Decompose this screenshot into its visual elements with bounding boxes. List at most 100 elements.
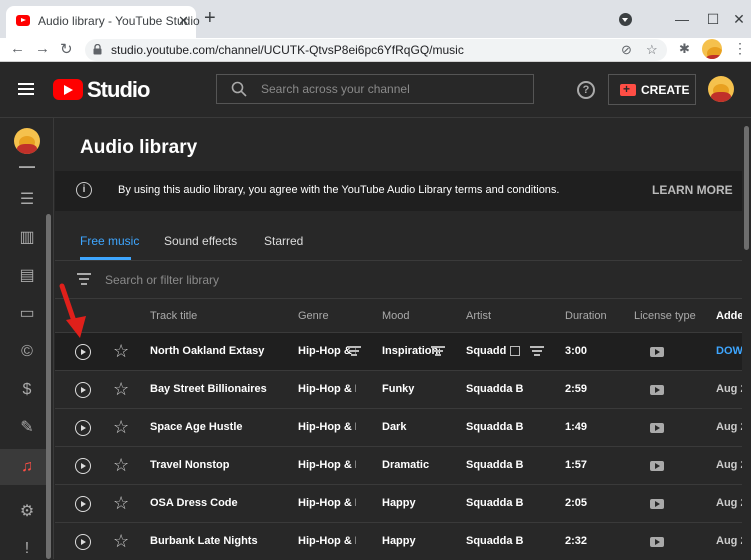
- header-duration[interactable]: Duration: [565, 310, 607, 322]
- youtube-license-icon: [650, 537, 664, 547]
- left-sidebar: ▬ ☰ ▥ ▤ ▭ © $ ✎ ♫ ⚙ !: [0, 118, 54, 559]
- table-row[interactable]: ☆ Travel Nonstop Hip-Hop & Rap Dramatic …: [55, 446, 751, 484]
- main-content: Audio library i By using this audio libr…: [55, 118, 751, 559]
- track-artist: Squadda B: [466, 497, 524, 509]
- lock-icon: [93, 44, 102, 55]
- play-icon[interactable]: [75, 534, 91, 550]
- play-icon[interactable]: [75, 496, 91, 512]
- sidebar-scrollbar[interactable]: [46, 214, 51, 559]
- studio-header: Studio ? CREATE: [0, 63, 751, 118]
- bookmark-star-icon[interactable]: ☆: [646, 42, 658, 58]
- extensions-icon[interactable]: ✱: [679, 41, 690, 57]
- track-mood: Funky: [382, 383, 415, 395]
- hamburger-menu-icon[interactable]: [18, 83, 34, 95]
- track-duration: 1:49: [565, 421, 588, 433]
- terms-banner: i By using this audio library, you agree…: [55, 171, 743, 211]
- tab-close-icon[interactable]: ✕: [178, 13, 189, 29]
- new-tab-button[interactable]: +: [204, 8, 216, 28]
- track-artist: Squadda B: [466, 421, 524, 433]
- track-duration: 2:05: [565, 497, 588, 509]
- tab-free-music[interactable]: Free music: [80, 234, 139, 248]
- header-genre[interactable]: Genre: [298, 310, 329, 322]
- play-icon[interactable]: [75, 382, 91, 398]
- table-row[interactable]: ☆ Burbank Late Nights Hip-Hop & Rap Happ…: [55, 522, 751, 560]
- copyright-icon[interactable]: ©: [17, 343, 37, 361]
- table-row[interactable]: ☆ North Oakland Extasy Hip-Hop & Rap Ins…: [55, 332, 751, 370]
- tab-starred[interactable]: Starred: [264, 234, 303, 248]
- track-mood: Dark: [382, 421, 407, 433]
- filter-by-mood-icon[interactable]: [431, 346, 445, 356]
- camera-blocked-icon[interactable]: ⊘: [621, 42, 632, 58]
- header-artist[interactable]: Artist: [466, 310, 491, 322]
- banner-text: By using this audio library, you agree w…: [118, 184, 560, 196]
- open-in-new-icon[interactable]: [510, 346, 520, 356]
- track-artist: Squadda B: [466, 345, 506, 357]
- comments-icon[interactable]: ▤: [17, 267, 37, 285]
- play-icon[interactable]: [75, 420, 91, 436]
- playlists-icon[interactable]: ☰: [17, 191, 37, 209]
- table-header: Track title Genre Mood Artist Duration L…: [55, 298, 751, 332]
- customization-icon[interactable]: ✎: [17, 419, 37, 437]
- star-icon[interactable]: ☆: [113, 455, 129, 475]
- browser-menu-icon[interactable]: ⋮: [733, 40, 747, 57]
- channel-search[interactable]: [216, 74, 534, 104]
- subtitles-icon[interactable]: ▭: [17, 305, 37, 323]
- filter-input[interactable]: [105, 271, 505, 289]
- table-row[interactable]: ☆ Space Age Hustle Hip-Hop & Rap Dark Sq…: [55, 408, 751, 446]
- scrollbar-thumb[interactable]: [744, 126, 749, 250]
- main-scrollbar[interactable]: [742, 118, 751, 559]
- star-icon[interactable]: ☆: [113, 531, 129, 551]
- audio-library-icon[interactable]: ♫: [17, 458, 37, 476]
- close-window-button[interactable]: ✕: [716, 0, 751, 38]
- browser-tab[interactable]: Audio library - YouTube Studio ✕: [6, 6, 200, 38]
- track-duration: 2:59: [565, 383, 588, 395]
- studio-logo-text[interactable]: Studio: [87, 77, 150, 103]
- star-icon[interactable]: ☆: [113, 417, 129, 437]
- track-title: Travel Nonstop: [150, 459, 230, 471]
- analytics-icon[interactable]: ▥: [17, 229, 37, 247]
- play-icon[interactable]: [75, 458, 91, 474]
- url-field[interactable]: studio.youtube.com/channel/UCUTK-QtvsP8e…: [85, 39, 667, 61]
- track-title: Space Age Hustle: [150, 421, 243, 433]
- filter-by-artist-icon[interactable]: [530, 346, 544, 356]
- tab-sound-effects[interactable]: Sound effects: [164, 234, 237, 248]
- filter-by-genre-icon[interactable]: [347, 346, 361, 356]
- learn-more-button[interactable]: LEARN MORE: [652, 183, 733, 197]
- page-title: Audio library: [80, 137, 198, 158]
- back-icon[interactable]: ←: [10, 40, 25, 57]
- track-genre: Hip-Hop & Rap: [298, 497, 356, 509]
- star-icon[interactable]: ☆: [113, 379, 129, 399]
- account-avatar[interactable]: [708, 76, 734, 102]
- youtube-favicon-icon: [16, 15, 30, 26]
- search-input[interactable]: [261, 80, 521, 98]
- star-icon[interactable]: ☆: [113, 493, 129, 513]
- youtube-license-icon: [650, 347, 664, 357]
- star-icon[interactable]: ☆: [113, 341, 129, 361]
- content-icon[interactable]: ▬: [17, 158, 37, 168]
- track-title: Burbank Late Nights: [150, 535, 258, 547]
- help-icon[interactable]: ?: [577, 81, 595, 99]
- tab-search-icon[interactable]: [619, 13, 632, 26]
- browser-tab-bar: Audio library - YouTube Studio ✕ + — ☐ ✕: [0, 0, 751, 38]
- forward-icon[interactable]: →: [35, 40, 50, 57]
- header-license-type[interactable]: License type: [634, 310, 696, 322]
- table-row[interactable]: ☆ OSA Dress Code Hip-Hop & Rap Happy Squ…: [55, 484, 751, 522]
- create-button[interactable]: CREATE: [608, 74, 696, 105]
- table-row[interactable]: ☆ Bay Street Billionaires Hip-Hop & Rap …: [55, 370, 751, 408]
- header-track-title[interactable]: Track title: [150, 310, 197, 322]
- play-icon[interactable]: [75, 344, 91, 360]
- track-title: North Oakland Extasy: [150, 345, 265, 357]
- settings-gear-icon[interactable]: ⚙: [17, 503, 37, 521]
- track-mood: Dramatic: [382, 459, 430, 471]
- track-duration: 1:57: [565, 459, 588, 471]
- browser-profile-avatar[interactable]: [702, 39, 722, 59]
- track-genre: Hip-Hop & Rap: [298, 421, 356, 433]
- feedback-icon[interactable]: !: [17, 540, 37, 558]
- channel-avatar[interactable]: [14, 128, 40, 154]
- reload-icon[interactable]: ↻: [60, 40, 73, 58]
- track-duration: 2:32: [565, 535, 588, 547]
- youtube-license-icon: [650, 423, 664, 433]
- youtube-logo-icon[interactable]: [53, 79, 83, 100]
- header-mood[interactable]: Mood: [382, 310, 410, 322]
- monetization-icon[interactable]: $: [17, 381, 37, 399]
